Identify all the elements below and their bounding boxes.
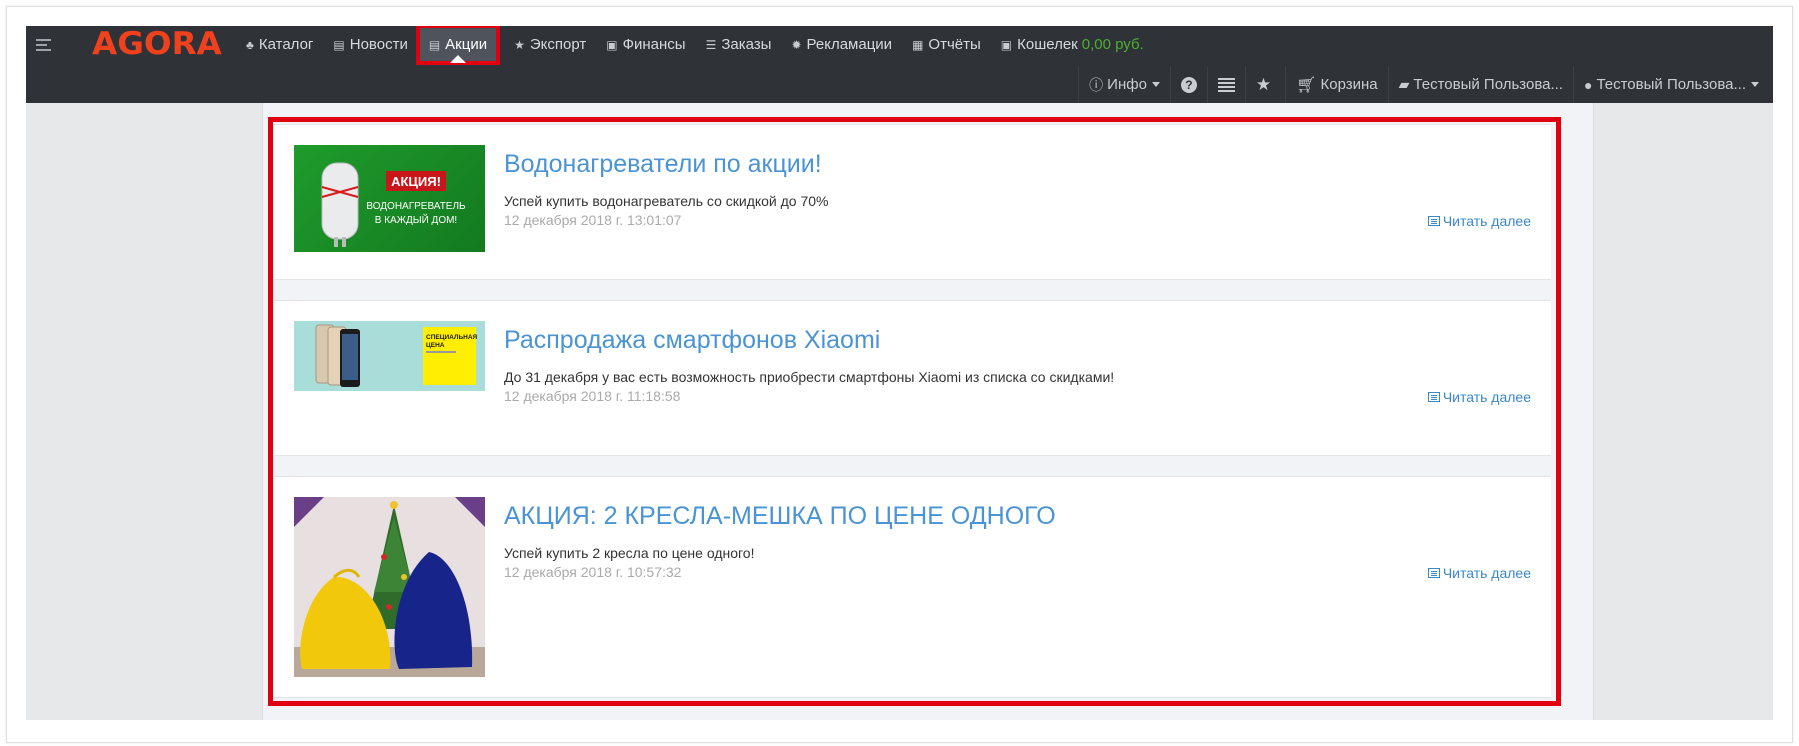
certificate-icon: ✹ [791,37,802,52]
navbar-primary-row: AGORA ♣ Каталог ▤ Новости ▤ Акции ★ Эксп… [26,26,1773,65]
cart-label: Корзина [1320,76,1378,93]
money-icon: ▣ [1000,37,1013,52]
tasks-icon: ☰ [705,37,717,52]
read-more-label: Читать далее [1442,213,1531,229]
menu-item-reports[interactable]: ▦ Отчёты [902,26,991,63]
table-icon: ▦ [912,37,924,52]
list-alt-icon [1427,392,1440,402]
list-icon [1217,76,1235,94]
promotion-image[interactable] [294,497,485,677]
menu-item-label: Акции [445,36,488,53]
user-icon: ● [1583,76,1593,93]
logo[interactable]: AGORA [92,29,222,60]
top-navbar: AGORA ♣ Каталог ▤ Новости ▤ Акции ★ Эксп… [26,26,1773,103]
promotion-image[interactable]: СПЕЦИАЛЬНАЯ ЦЕНА [294,321,485,391]
smartphones-promo-image: СПЕЦИАЛЬНАЯ ЦЕНА [315,324,478,387]
promo-badge: АКЦИЯ! [391,174,441,189]
promo-line2: В КАЖДЫЙ ДОМ! [375,213,457,226]
menu-item-label: Каталог [258,36,314,53]
promotion-card: АКЦИЯ: 2 КРЕСЛА-МЕШКА ПО ЦЕНЕ ОДНОГО Усп… [274,476,1551,698]
read-more-label: Читать далее [1442,565,1531,581]
promotion-title[interactable]: Водонагреватели по акции! [504,149,1531,179]
water-heater-promo-image: АКЦИЯ! ВОДОНАГРЕВАТЕЛЬ В КАЖДЫЙ ДОМ! [321,162,466,247]
info-label: Инфо [1107,76,1147,93]
cart-button[interactable]: 🛒︎ Корзина [1285,66,1387,103]
menu-item-label: Рекламации [806,36,893,53]
user-label: Тестовый Пользова... [1596,76,1746,93]
star-icon: ★ [1255,74,1272,94]
promotion-date: 12 декабря 2018 г. 13:01:07 [504,212,682,228]
promotion-date: 12 декабря 2018 г. 10:57:32 [504,564,682,580]
list-alt-icon [1427,568,1440,578]
document-icon: ▤ [428,37,441,52]
document-icon: ▤ [333,37,345,52]
question-circle-icon: ? [1180,76,1197,93]
menu-item-catalog[interactable]: ♣ Каталог [236,26,323,63]
menu-item-label: Новости [349,36,408,53]
promotion-body: АКЦИЯ: 2 КРЕСЛА-МЕШКА ПО ЦЕНЕ ОДНОГО Усп… [504,501,1531,580]
sitemap-icon: ♣ [246,37,254,52]
promotion-description: До 31 декабря у вас есть возможность при… [504,369,1115,385]
list-button[interactable] [1206,66,1245,103]
star-icon: ★ [514,37,525,52]
menu-item-label: Отчёты [928,36,981,53]
menu-item-claims[interactable]: ✹ Рекламации [781,26,902,63]
promotion-title[interactable]: Распродажа смартфонов Xiaomi [504,325,1531,355]
menu-item-orders[interactable]: ☰ Заказы [696,26,782,63]
promotion-image[interactable]: АКЦИЯ! ВОДОНАГРЕВАТЕЛЬ В КАЖДЫЙ ДОМ! [294,145,485,252]
menu-item-wallet[interactable]: ▣ Кошелек 0,00 руб. [991,26,1154,63]
promotion-body: Водонагреватели по акции! Успей купить в… [504,149,1531,228]
list-alt-icon [1427,216,1440,226]
promotion-card: СПЕЦИАЛЬНАЯ ЦЕНА Распродажа смартфонов X… [274,300,1551,456]
menu-item-label: Экспорт [529,36,587,53]
wallet-balance: 0,00 руб. [1081,36,1144,53]
promo-line2: ЦЕНА [426,342,445,349]
favorites-button[interactable]: ★ [1244,66,1285,103]
wallet-label: Кошелек [1017,36,1078,53]
help-button[interactable]: ? [1169,66,1207,103]
info-dropdown[interactable]: ⓘ Инфо [1078,66,1170,103]
promo-line1: СПЕЦИАЛЬНАЯ [426,334,478,341]
caret-down-icon [1751,82,1759,87]
promotion-title[interactable]: АКЦИЯ: 2 КРЕСЛА-МЕШКА ПО ЦЕНЕ ОДНОГО [504,501,1531,531]
cart-icon: 🛒︎ [1296,76,1317,94]
info-circle-icon: ⓘ [1089,76,1104,93]
read-more-link[interactable]: Читать далее [1427,213,1531,229]
read-more-link[interactable]: Читать далее [1427,565,1531,581]
briefcase-icon: ▰ [1398,76,1410,92]
promotion-body: Распродажа смартфонов Xiaomi До 31 декаб… [504,325,1531,404]
money-icon: ▣ [606,37,618,52]
promotion-description: Успей купить водонагреватель со скидкой … [504,193,829,209]
company-label: Тестовый Пользова... [1413,76,1563,93]
promotion-description: Успей купить 2 кресла по цене одного! [504,545,755,561]
read-more-link[interactable]: Читать далее [1427,389,1531,405]
menu-item-news[interactable]: ▤ Новости [323,26,417,63]
company-button[interactable]: ▰ Тестовый Пользова... [1387,66,1573,103]
main-menu: ♣ Каталог ▤ Новости ▤ Акции ★ Экспорт ▣ [236,26,1154,65]
menu-item-label: Заказы [721,36,772,53]
caret-down-icon [1151,82,1160,87]
promo-line1: ВОДОНАГРЕВАТЕЛЬ [366,201,466,212]
promotion-date: 12 декабря 2018 г. 11:18:58 [504,388,681,404]
menu-item-label: Финансы [622,36,686,53]
navbar-secondary-row: ⓘ Инфо ? ★ 🛒︎ Корзина ▰ Тестовый Пользов… [1078,66,1773,103]
menu-item-export[interactable]: ★ Экспорт [504,26,596,63]
promotions-list: АКЦИЯ! ВОДОНАГРЕВАТЕЛЬ В КАЖДЫЙ ДОМ! Вод… [274,124,1551,698]
bean-bags-promo-image [294,497,485,677]
menu-item-promotions[interactable]: ▤ Акции [415,26,501,65]
promotion-card: АКЦИЯ! ВОДОНАГРЕВАТЕЛЬ В КАЖДЫЙ ДОМ! Вод… [274,124,1551,280]
user-dropdown[interactable]: ● Тестовый Пользова... [1572,66,1773,103]
menu-item-finance[interactable]: ▣ Финансы [596,26,695,63]
read-more-label: Читать далее [1442,389,1531,405]
menu-toggle-icon[interactable] [36,39,51,54]
